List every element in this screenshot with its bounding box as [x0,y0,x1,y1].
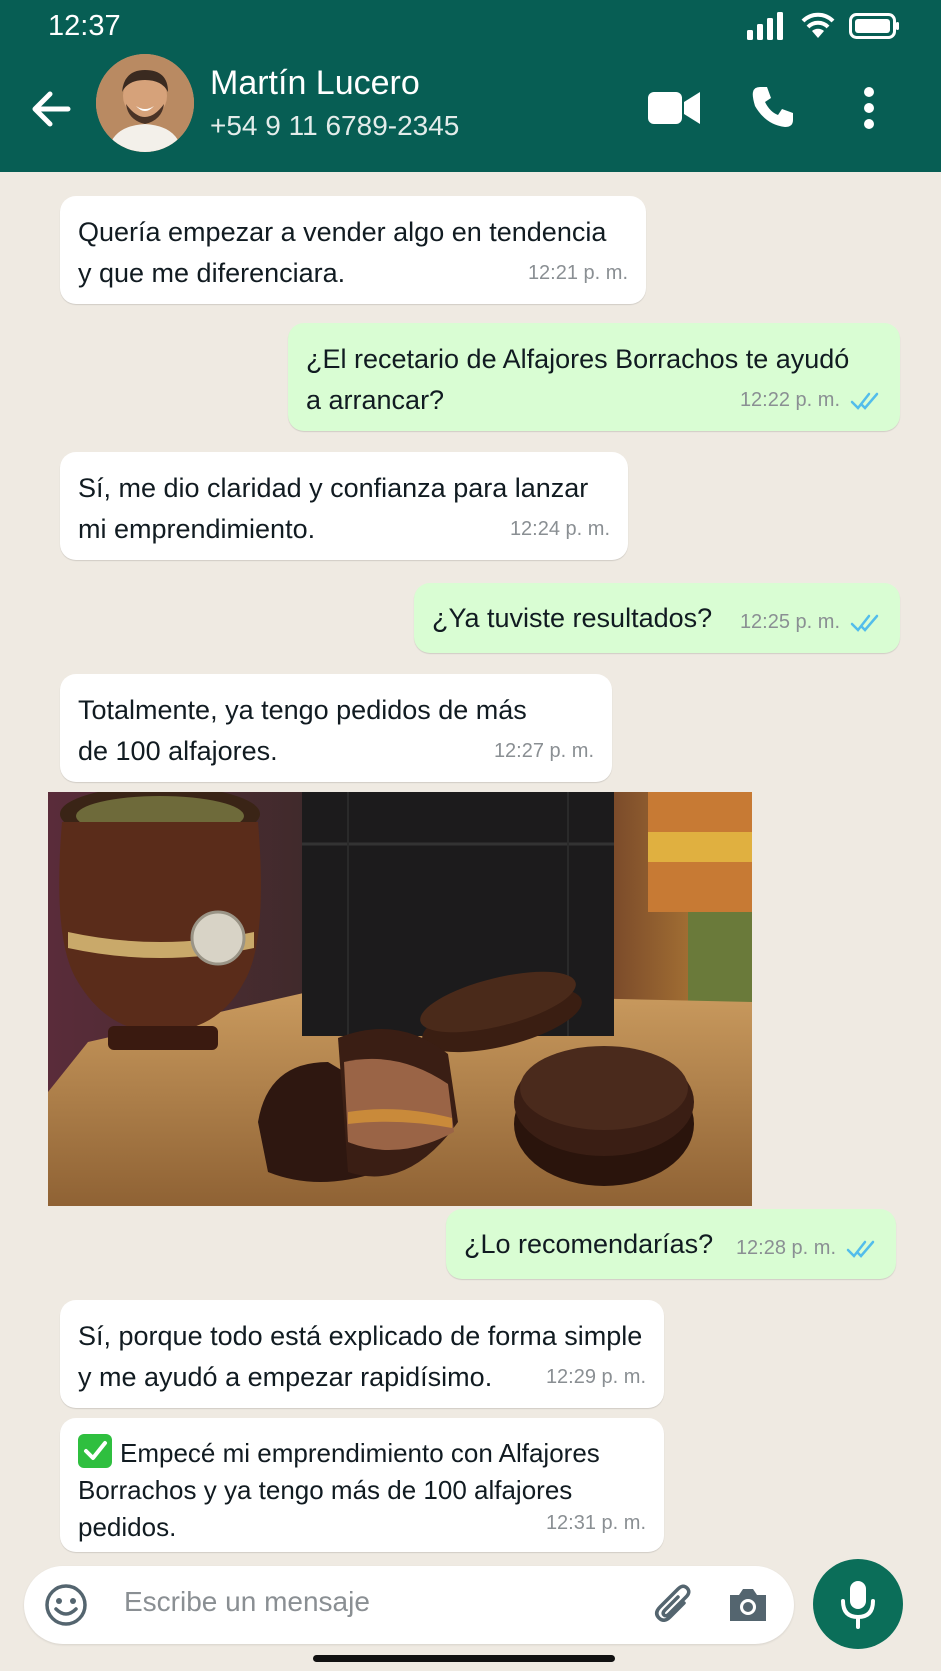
status-time: 12:37 [48,10,121,42]
message-composer[interactable]: Escribe un mensaje [24,1566,794,1644]
emoji-icon[interactable] [44,1583,88,1627]
message-incoming[interactable]: Totalmente, ya tengo pedidos de más de 1… [60,674,612,782]
more-options-icon[interactable] [862,86,876,130]
wifi-icon [801,12,835,38]
message-time: 12:27 p. m. [493,740,594,762]
message-incoming[interactable]: Sí, porque todo está explicado de forma … [60,1300,664,1408]
message-time: 12:24 p. m. [509,518,610,540]
message-text-line: Borrachos y ya tengo más de 100 alfajore… [78,1475,573,1505]
attach-icon[interactable] [654,1583,694,1627]
check-mark-emoji-icon [78,1434,112,1468]
read-receipt-icon [850,614,879,632]
message-time: 12:31 p. m. [545,1512,646,1534]
home-indicator[interactable] [313,1655,615,1662]
message-text-line: Sí, porque todo está explicado de forma … [78,1321,643,1351]
message-time: 12:22 p. m. [740,380,882,421]
phone-call-icon[interactable] [750,84,796,130]
microphone-icon [841,1581,875,1629]
shared-photo[interactable] [48,792,752,1206]
message-time: 12:25 p. m. [740,602,882,643]
message-incoming[interactable]: Sí, me dio claridad y confianza para lan… [60,452,628,560]
camera-icon[interactable] [726,1585,770,1625]
chat-header: 12:37 Martín Lucero +54 9 11 6789-2345 [0,0,941,172]
signal-icon [747,12,783,40]
read-receipt-icon [846,1240,875,1258]
contact-avatar[interactable] [96,54,194,152]
message-time: 12:28 p. m. [736,1228,878,1269]
mic-button[interactable] [813,1559,903,1649]
message-text-line: Empecé mi emprendimiento con Alfajores [78,1434,644,1472]
message-text-line: Sí, me dio claridad y confianza para lan… [78,473,589,503]
status-icons [747,12,901,40]
message-input[interactable]: Escribe un mensaje [124,1586,370,1618]
message-incoming[interactable]: Empecé mi emprendimiento con Alfajores B… [60,1418,664,1552]
contact-phone: +54 9 11 6789-2345 [210,110,460,141]
read-receipt-icon [850,392,879,410]
message-text-line: ¿El recetario de Alfajores Borrachos te … [306,344,850,374]
video-call-icon[interactable] [648,88,700,128]
message-text-line: Quería empezar a vender algo en tendenci… [78,217,607,247]
message-incoming[interactable]: Quería empezar a vender algo en tendenci… [60,196,646,304]
back-arrow-icon[interactable] [26,84,76,134]
battery-icon [849,13,899,39]
message-time: 12:29 p. m. [545,1366,646,1388]
message-outgoing[interactable]: ¿Ya tuviste resultados? 12:25 p. m. [414,583,900,653]
contact-name[interactable]: Martín Lucero [210,64,420,103]
message-time: 12:21 p. m. [527,262,628,284]
message-text-line: Totalmente, ya tengo pedidos de más [78,695,527,725]
message-outgoing[interactable]: ¿Lo recomendarías? 12:28 p. m. [446,1209,896,1279]
message-outgoing[interactable]: ¿El recetario de Alfajores Borrachos te … [288,323,900,431]
